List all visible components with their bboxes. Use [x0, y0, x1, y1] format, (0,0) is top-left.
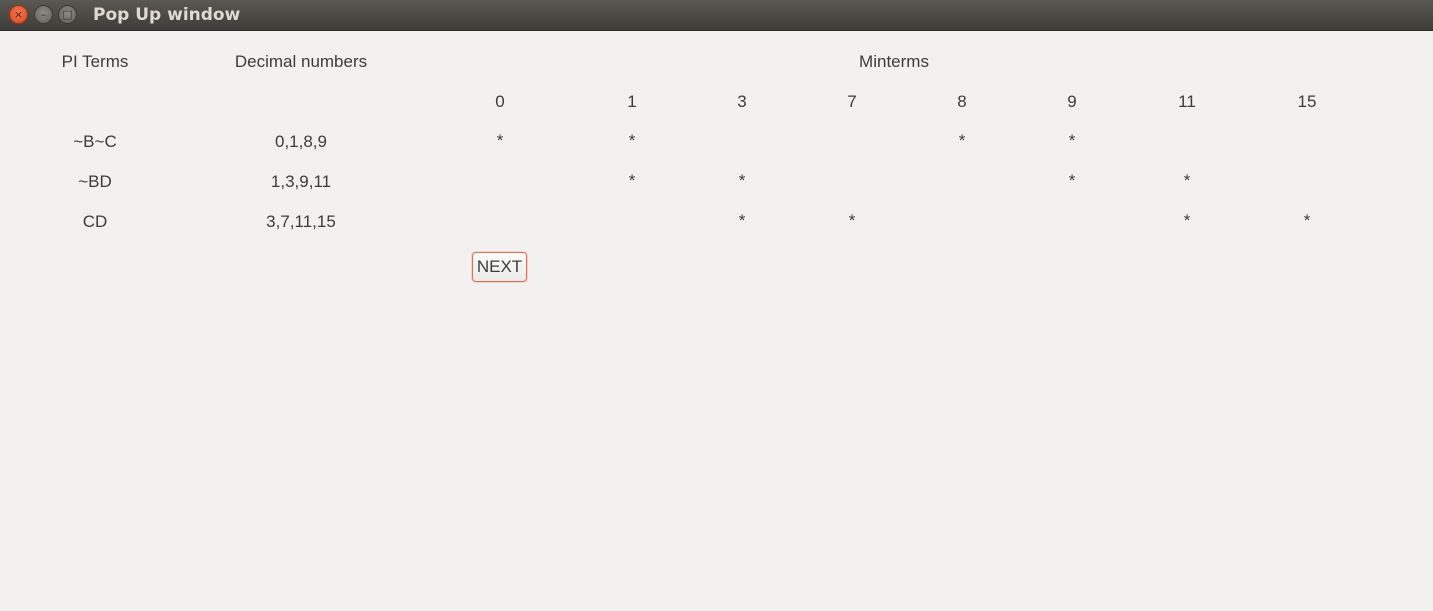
minimize-window-button[interactable]: – — [34, 5, 53, 24]
coverage-mark: * — [738, 211, 746, 230]
coverage-mark: * — [1303, 211, 1311, 230]
prime-implicant-table: PI Terms Decimal numbers Minterms 0 1 3 7 8 9… — [0, 31, 1433, 611]
pi-term-cell: CD — [82, 212, 108, 231]
coverage-mark: * — [628, 131, 636, 150]
title-bar[interactable]: × – □ Pop Up window — [0, 0, 1433, 31]
coverage-mark: * — [1183, 211, 1191, 230]
coverage-mark: * — [628, 171, 636, 190]
decimal-numbers-header: Decimal numbers — [234, 52, 368, 71]
close-icon: × — [13, 8, 24, 21]
popup-window: × – □ Pop Up window PI Terms Decimal num… — [0, 0, 1433, 611]
minterm-column-header: 7 — [847, 92, 857, 111]
minimize-icon: – — [40, 8, 47, 21]
minterm-column-header: 15 — [1297, 92, 1317, 111]
pi-term-cell: ~B~C — [73, 132, 117, 151]
maximize-window-button[interactable]: □ — [58, 5, 77, 24]
next-button[interactable]: NEXT — [472, 252, 527, 282]
minterm-column-header: 0 — [495, 92, 505, 111]
decimal-numbers-cell: 1,3,9,11 — [270, 172, 332, 191]
coverage-mark: * — [1068, 131, 1076, 150]
minterm-column-header: 1 — [627, 92, 637, 111]
coverage-mark: * — [848, 211, 856, 230]
minterm-column-header: 11 — [1178, 92, 1196, 111]
coverage-mark: * — [1183, 171, 1191, 190]
minterm-column-header: 9 — [1067, 92, 1077, 111]
coverage-mark: * — [1068, 171, 1076, 190]
minterm-column-header: 3 — [737, 92, 747, 111]
minterms-header: Minterms — [859, 52, 929, 71]
maximize-icon: □ — [62, 8, 73, 21]
minterm-column-header: 8 — [957, 92, 967, 111]
decimal-numbers-cell: 0,1,8,9 — [275, 132, 327, 151]
decimal-numbers-cell: 3,7,11,15 — [266, 212, 336, 231]
coverage-mark: * — [496, 131, 504, 150]
close-window-button[interactable]: × — [9, 5, 28, 24]
pi-term-cell: ~BD — [78, 172, 112, 191]
coverage-mark: * — [958, 131, 966, 150]
window-title: Pop Up window — [93, 5, 241, 25]
pi-terms-header: PI Terms — [61, 52, 129, 71]
coverage-mark: * — [738, 171, 746, 190]
